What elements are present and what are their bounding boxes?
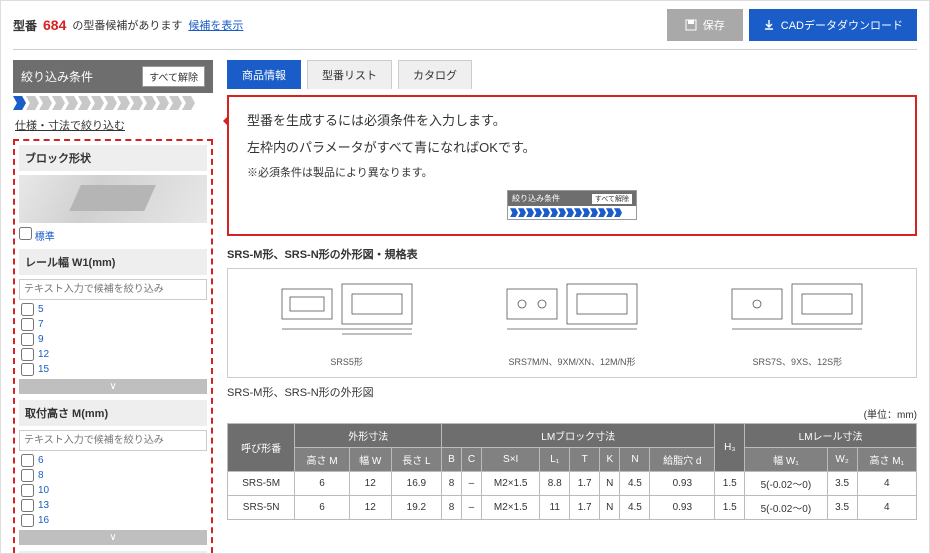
mini-filter-preview: 絞り込み条件すべて解除 — [507, 190, 637, 220]
filter-option[interactable]: 10 — [19, 483, 207, 498]
tab-info[interactable]: 商品情報 — [227, 60, 301, 89]
filter-option[interactable]: 13 — [19, 498, 207, 513]
save-button[interactable]: 保存 — [667, 9, 743, 41]
filter-subhead[interactable]: 仕様・寸法で絞り込む — [13, 113, 213, 137]
download-button[interactable]: CADデータダウンロード — [749, 9, 917, 41]
filter-option[interactable]: 7 — [19, 317, 207, 332]
section-rail-width: レール幅 W1(mm) — [19, 249, 207, 275]
table-row: SRS-5M61216.98–M2×1.58.81.7N4.50.931.55(… — [228, 472, 917, 496]
callout-note: ※必須条件は製品により異なります。 — [247, 165, 897, 183]
filter-option[interactable]: 5 — [19, 302, 207, 317]
section-block-shape: ブロック形状 — [19, 145, 207, 171]
rail-expand[interactable]: ∨ — [19, 379, 207, 394]
spec-table: 呼び形番 外形寸法 LMブロック寸法 H₃ LMレール寸法 高さ M幅 W長さ … — [227, 423, 917, 520]
unit-label: (単位：mm) — [227, 406, 917, 421]
block-shape-thumbnail[interactable] — [19, 175, 207, 223]
rail-filter-input[interactable] — [19, 279, 207, 300]
tab-catalog[interactable]: カタログ — [398, 60, 472, 89]
candidate-suffix: の型番候補があります — [72, 17, 182, 33]
download-button-label: CADデータダウンロード — [781, 17, 903, 33]
section-height: 取付高さ M(mm) — [19, 400, 207, 426]
filter-highlight-box: ブロック形状 標準 レール幅 W1(mm) 5 7 9 12 15 ∨ 取付高さ… — [13, 139, 213, 554]
height-expand[interactable]: ∨ — [19, 530, 207, 545]
filter-header: 絞り込み条件 すべて解除 — [13, 60, 213, 93]
height-filter-input[interactable] — [19, 430, 207, 451]
callout-line1: 型番を生成するには必須条件を入力します。 — [247, 111, 897, 132]
tab-list[interactable]: 型番リスト — [307, 60, 392, 89]
filter-option[interactable]: 6 — [19, 453, 207, 468]
save-button-label: 保存 — [703, 17, 725, 33]
download-icon — [763, 19, 775, 31]
outline-diagram: SRS5形 SRS7M/N、9XM/XN、12M/N形 SRS7S、9XS、12… — [227, 268, 917, 378]
callout-line2: 左枠内のパラメータがすべて青になればOKです。 — [247, 138, 897, 159]
filter-option[interactable]: 12 — [19, 347, 207, 362]
diagram-caption: SRS-M形、SRS-N形の外形図 — [227, 384, 917, 400]
diagram-heading: SRS-M形、SRS-N形の外形図・規格表 — [227, 246, 917, 262]
model-label: 型番 — [13, 17, 37, 34]
standard-label: 標準 — [35, 232, 55, 243]
save-icon — [685, 19, 697, 31]
filter-option[interactable]: 9 — [19, 332, 207, 347]
filter-option[interactable]: 15 — [19, 362, 207, 377]
show-candidates-link[interactable]: 候補を表示 — [188, 17, 243, 33]
clear-all-button[interactable]: すべて解除 — [142, 66, 205, 87]
standard-checkbox[interactable] — [19, 227, 32, 240]
progress-chevrons — [13, 93, 213, 113]
table-row: SRS-5N61219.28–M2×1.5111.7N4.50.931.55(-… — [228, 496, 917, 520]
filter-option[interactable]: 16 — [19, 513, 207, 528]
filter-title: 絞り込み条件 — [21, 68, 93, 85]
instruction-callout: 型番を生成するには必須条件を入力します。 左枠内のパラメータがすべて青になればO… — [227, 95, 917, 236]
candidate-count: 684 — [43, 17, 66, 33]
filter-option[interactable]: 8 — [19, 468, 207, 483]
